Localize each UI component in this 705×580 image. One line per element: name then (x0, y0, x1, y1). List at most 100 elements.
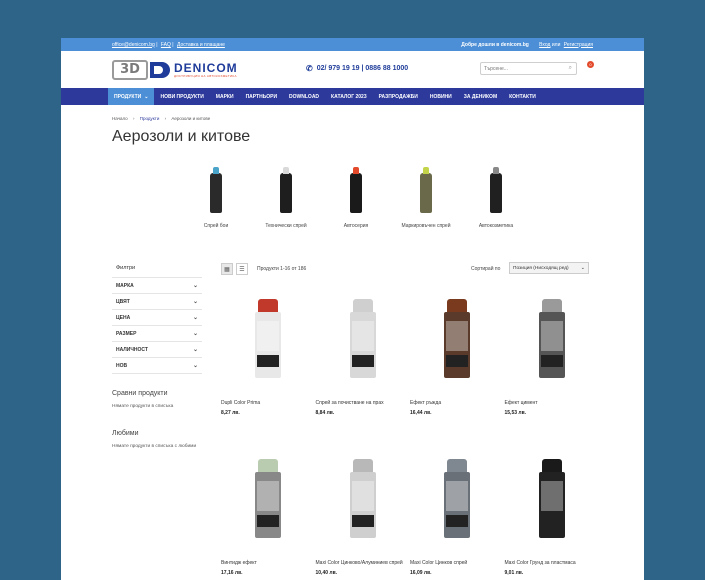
main-nav: ПРОДУКТИ ⌄ НОВИ ПРОДУКТИ МАРКИ ПАРТНЬОРИ … (61, 88, 644, 105)
chevron-down-icon: ⌄ (192, 299, 198, 305)
nav-item-contacts[interactable]: КОНТАКТИ (503, 88, 542, 105)
nav-item-news[interactable]: НОВИНИ (424, 88, 458, 105)
spray-can-icon (537, 459, 567, 539)
product-name[interactable]: Dupli Color Prima (221, 400, 316, 407)
search-box[interactable]: ⌕ (480, 62, 577, 75)
breadcrumb: Начало › Продукти › Аерозоли и китове (112, 116, 211, 121)
product-card[interactable]: Maxi Color Грунд за пластмаса 9,01 лв. (505, 453, 600, 580)
page: office@denicom.bg | FAQ | Доставка и пла… (61, 38, 644, 580)
category-item[interactable]: Технически спрей (261, 167, 311, 229)
grid-view-icon[interactable]: ▦ (221, 263, 233, 275)
category-item[interactable]: Маркировъчен спрей (401, 167, 451, 229)
or-text: или (551, 41, 561, 48)
filter-item[interactable]: ЦВЯТ ⌄ (112, 294, 202, 310)
category-image[interactable] (490, 167, 502, 213)
product-card[interactable]: Ефект цимент 15,53 лв. (505, 293, 600, 423)
phone-icon: ✆ (306, 64, 313, 73)
product-name[interactable]: Винтидж ефект (221, 560, 316, 567)
category-item[interactable]: Автосерия (331, 167, 381, 229)
category-label[interactable]: Маркировъчен спрей (401, 223, 450, 229)
welcome-text: Добре дошли в denicom.bg (461, 41, 529, 48)
category-item[interactable]: Автокозметика (471, 167, 521, 229)
sidebar: Филтри МАРКА ⌄ ЦВЯТ ⌄ ЦЕНА ⌄ РАЗМЕР ⌄ НАЛИЧНОСТ ⌄… (112, 262, 202, 450)
product-price: 16,09 лв. (410, 570, 432, 576)
spray-can-icon (253, 459, 283, 539)
search-input[interactable] (484, 65, 564, 72)
product-image[interactable] (505, 453, 600, 545)
product-card[interactable]: Ефект ръжда 16,44 лв. (410, 293, 505, 423)
chevron-down-icon: ⌄ (192, 283, 198, 289)
product-grid: Dupli Color Prima 8,27 лв. Спрей за почист… (221, 293, 601, 580)
header: 3D DENICOM ДИСТРИБУЦИЯ НА АВТОКОЗМЕТИКА … (61, 51, 644, 88)
filter-label: МАРКА (116, 282, 134, 289)
login-link[interactable]: Вход (539, 42, 550, 48)
product-name[interactable]: Спрей за почистване на прах (316, 400, 411, 407)
filter-item[interactable]: НОВ ⌄ (112, 358, 202, 374)
category-label[interactable]: Автокозметика (479, 223, 513, 229)
filter-item[interactable]: ЦЕНА ⌄ (112, 310, 202, 326)
nav-item-download[interactable]: DOWNLOAD (283, 88, 325, 105)
product-card[interactable]: Винтидж ефект 17,16 лв. (221, 453, 316, 580)
filter-item[interactable]: НАЛИЧНОСТ ⌄ (112, 342, 202, 358)
nav-item-brands[interactable]: МАРКИ (210, 88, 240, 105)
product-name[interactable]: Ефект ръжда (410, 400, 505, 407)
category-list: Спрей бои Технически спрей Автосерия Маркир… (191, 167, 521, 229)
sort-select[interactable]: Позиция (Нисходящ ред) ⌄ (509, 262, 589, 274)
spray-can-icon (348, 459, 378, 539)
product-card[interactable]: Maxi Color Цинков спрей 16,09 лв. (410, 453, 505, 580)
faq-link[interactable]: FAQ (161, 42, 171, 48)
nav-item-partners[interactable]: ПАРТНЬОРИ (240, 88, 283, 105)
email-link[interactable]: office@denicom.bg (112, 42, 155, 48)
breadcrumb-home[interactable]: Начало (112, 116, 128, 121)
product-card[interactable]: Спрей за почистване на прах 8,84 лв. (316, 293, 411, 423)
category-image[interactable] (420, 167, 432, 213)
cart-button[interactable]: 0 (585, 61, 595, 71)
logo[interactable]: 3D DENICOM ДИСТРИБУЦИЯ НА АВТОКОЗМЕТИКА (112, 59, 249, 81)
category-image[interactable] (210, 167, 222, 213)
category-label[interactable]: Спрей бои (204, 223, 229, 229)
product-image[interactable] (221, 453, 316, 545)
breadcrumb-products[interactable]: Продукти (140, 116, 160, 121)
category-image[interactable] (280, 167, 292, 213)
spray-can-icon (537, 299, 567, 379)
product-card[interactable]: Maxi Color Цинково/Алуминиев спрей 10,40 … (316, 453, 411, 580)
product-name[interactable]: Maxi Color Цинково/Алуминиев спрей (316, 560, 411, 567)
top-bar-right: Добре дошли в denicom.bg Вход или Регист… (461, 42, 593, 48)
nav-item-products[interactable]: ПРОДУКТИ ⌄ (108, 88, 155, 105)
filter-label: НАЛИЧНОСТ (116, 346, 148, 353)
logo-brand-name: DENICOM (174, 60, 238, 75)
nav-item-about[interactable]: ЗА ДЕНИКОМ (458, 88, 503, 105)
product-image[interactable] (410, 453, 505, 545)
filter-item[interactable]: МАРКА ⌄ (112, 278, 202, 294)
filter-title: Филтри (112, 262, 202, 278)
phone-text: 02/ 979 19 19 | 0886 88 1000 (316, 65, 409, 72)
search-icon[interactable]: ⌕ (569, 65, 572, 72)
nav-item-sales[interactable]: РАЗПРОДАЖБИ (373, 88, 424, 105)
product-price: 10,40 лв. (315, 570, 338, 576)
product-name[interactable]: Ефект цимент (505, 400, 600, 407)
product-name[interactable]: Maxi Color Цинков спрей (410, 560, 505, 567)
chevron-down-icon: ⌄ (144, 93, 149, 100)
product-image[interactable] (410, 293, 505, 385)
nav-item-new-products[interactable]: НОВИ ПРОДУКТИ (154, 88, 209, 105)
cart-count-badge: 0 (587, 61, 594, 68)
category-label[interactable]: Технически спрей (265, 223, 306, 229)
product-image[interactable] (316, 453, 411, 545)
phone-number[interactable]: ✆ 02/ 979 19 19 | 0886 88 1000 (306, 64, 408, 73)
register-link[interactable]: Регистрация (564, 42, 593, 48)
sort-label: Сортирай по (471, 266, 501, 272)
category-image[interactable] (350, 167, 362, 213)
category-label[interactable]: Автосерия (344, 223, 368, 229)
nav-item-catalog[interactable]: КАТАЛОГ 2023 (325, 88, 373, 105)
product-card[interactable]: Dupli Color Prima 8,27 лв. (221, 293, 316, 423)
category-item[interactable]: Спрей бои (191, 167, 241, 229)
product-image[interactable] (505, 293, 600, 385)
spray-can-icon (442, 459, 472, 539)
list-view-icon[interactable]: ☰ (236, 263, 248, 275)
product-name[interactable]: Maxi Color Грунд за пластмаса (505, 560, 600, 567)
product-image[interactable] (221, 293, 316, 385)
product-image[interactable] (316, 293, 411, 385)
filter-item[interactable]: РАЗМЕР ⌄ (112, 326, 202, 342)
delivery-link[interactable]: Доставка и плащане (177, 42, 225, 48)
logo-3d-mark: 3D (112, 59, 148, 80)
